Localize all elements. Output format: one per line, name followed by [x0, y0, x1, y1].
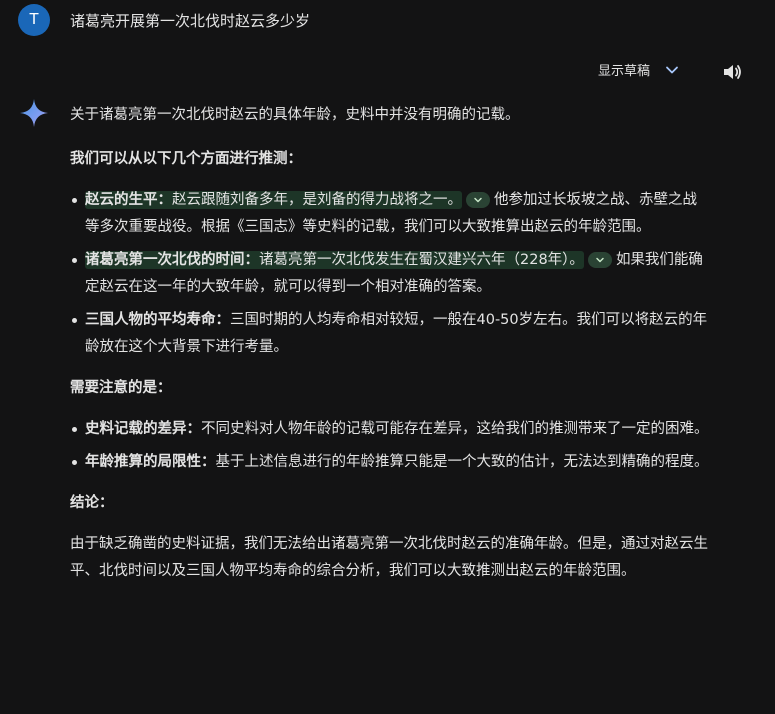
source-chip-button[interactable]	[466, 192, 490, 208]
list-item: 赵云的生平：赵云跟随刘备多年，是刘备的得力战将之一。 他参加过长坂坡之战、赤壁之战…	[72, 187, 710, 241]
section-heading-notes: 需要注意的是：	[70, 380, 172, 396]
item-label: 年龄推算的局限性：	[85, 454, 216, 470]
item-text: 不同史料对人物年龄的记载可能存在差异，这给我们的推测带来了一定的困难。	[201, 421, 709, 437]
item-text: 基于上述信息进行的年龄推算只能是一个大致的估计，无法达到精确的程度。	[215, 454, 709, 470]
user-message: T 诸葛亮开展第一次北伐时赵云多少岁	[18, 4, 310, 36]
chevron-down-icon	[474, 197, 482, 203]
speculation-list: 赵云的生平：赵云跟随刘备多年，是刘备的得力战将之一。 他参加过长坂坡之战、赤壁之战…	[70, 187, 710, 361]
show-drafts-button[interactable]: 显示草稿	[598, 60, 680, 79]
conclusion-text: 由于缺乏确凿的史料证据，我们无法给出诸葛亮第一次北伐时赵云的准确年龄。但是，通过…	[70, 536, 708, 579]
source-chip-button[interactable]	[587, 252, 612, 268]
list-item: 三国人物的平均寿命：三国时期的人均寿命相对较短，一般在40-50岁左右。我们可以…	[72, 307, 710, 361]
item-highlight-text: 赵云跟随刘备多年，是刘备的得力战将之一。	[172, 192, 462, 208]
sparkle-icon	[20, 99, 48, 127]
chevron-down-icon	[596, 257, 604, 263]
list-item: 诸葛亮第一次北伐的时间：诸葛亮第一次北伐发生在蜀汉建兴六年（228年）。 如果我们…	[72, 247, 710, 301]
list-item: 年龄推算的局限性：基于上述信息进行的年龄推算只能是一个大致的估计，无法达到精确的…	[72, 449, 710, 476]
item-highlight-text: 诸葛亮第一次北伐发生在蜀汉建兴六年（228年）。	[259, 252, 584, 268]
item-label: 赵云的生平：	[85, 192, 172, 208]
highlighted-segment: 赵云的生平：赵云跟随刘备多年，是刘备的得力战将之一。	[85, 191, 462, 209]
item-label: 史料记载的差异：	[85, 421, 201, 437]
user-avatar[interactable]: T	[18, 4, 50, 36]
response-intro: 关于诸葛亮第一次北伐时赵云的具体年龄，史料中并没有明确的记载。	[70, 107, 520, 123]
section-heading-speculation: 我们可以从以下几个方面进行推测：	[70, 151, 302, 167]
list-item: 史料记载的差异：不同史料对人物年龄的记载可能存在差异，这给我们的推测带来了一定的…	[72, 416, 710, 443]
item-label: 三国人物的平均寿命：	[85, 312, 230, 328]
show-drafts-label: 显示草稿	[598, 64, 651, 79]
section-heading-conclusion: 结论：	[70, 495, 114, 511]
assistant-response: 关于诸葛亮第一次北伐时赵云的具体年龄，史料中并没有明确的记载。 我们可以从以下几…	[70, 102, 710, 585]
user-query-text: 诸葛亮开展第一次北伐时赵云多少岁	[70, 11, 311, 30]
chevron-down-icon	[666, 66, 678, 73]
notes-list: 史料记载的差异：不同史料对人物年龄的记载可能存在差异，这给我们的推测带来了一定的…	[70, 416, 710, 476]
item-label: 诸葛亮第一次北伐的时间：	[85, 252, 259, 268]
highlighted-segment: 诸葛亮第一次北伐的时间：诸葛亮第一次北伐发生在蜀汉建兴六年（228年）。	[85, 251, 584, 269]
speaker-icon[interactable]	[720, 60, 744, 84]
